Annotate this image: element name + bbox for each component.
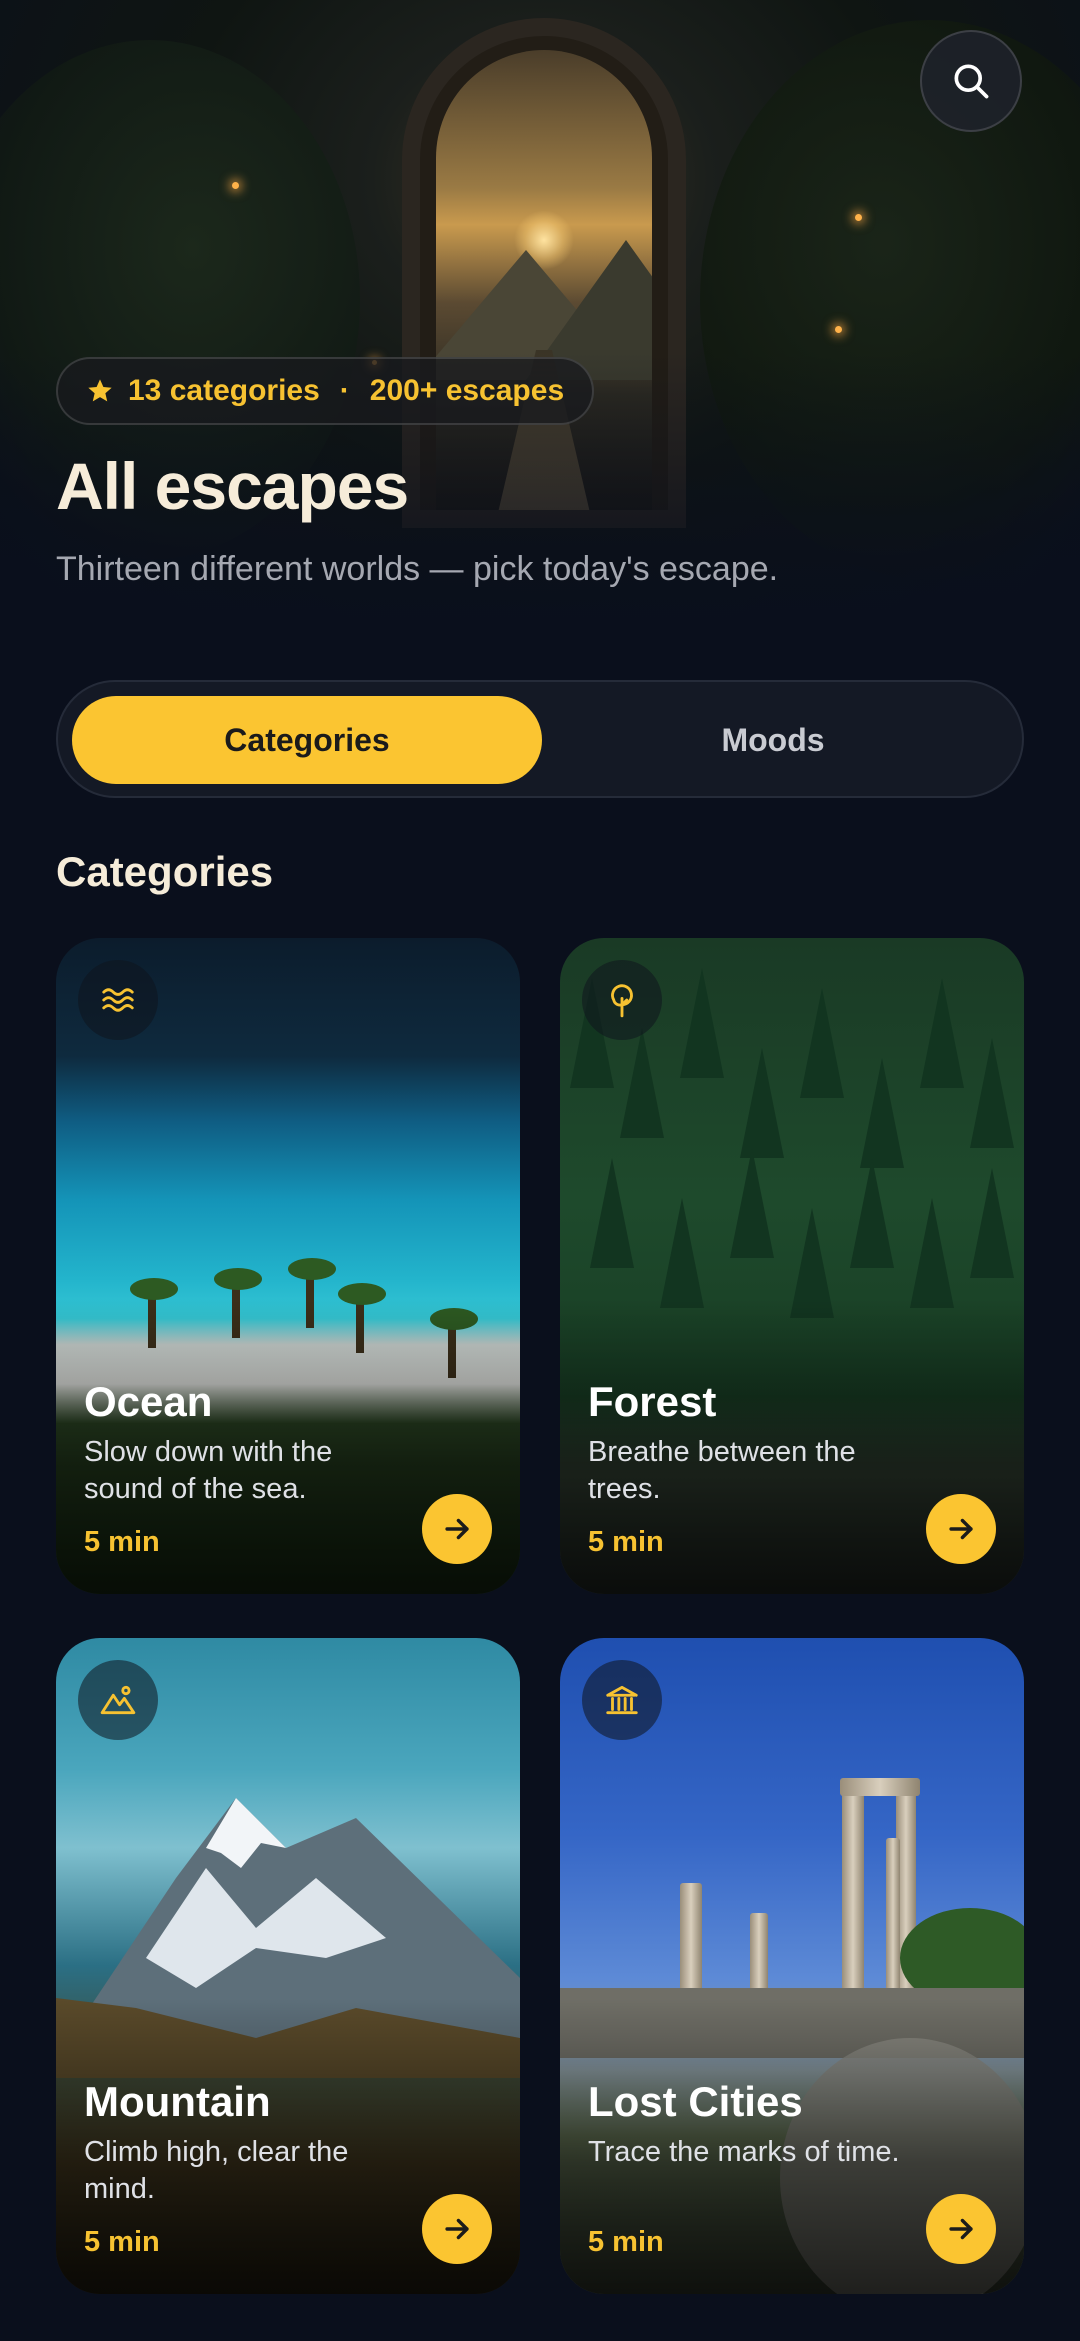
search-icon [954, 64, 989, 99]
card-title: Ocean [84, 1378, 213, 1425]
card-description: Climb high, clear the mind. [84, 2136, 349, 2205]
card-duration: 5 min [588, 1526, 664, 1558]
tree-icon [611, 984, 633, 1018]
card-title: Mountain [84, 2078, 271, 2125]
star-icon [88, 379, 112, 402]
card-duration: 5 min [588, 2226, 664, 2258]
view-toggle: Categories Moods [56, 680, 1024, 798]
open-mountain-button[interactable] [422, 2194, 492, 2264]
card-title: Lost Cities [588, 2078, 803, 2125]
category-card-lost-cities[interactable]: Lost Cities Trace the marks of time. 5 m… [560, 1638, 1024, 2294]
stats-pill: 13 categories · 200+ escapes [56, 357, 595, 425]
category-badge [582, 1660, 662, 1740]
temple-icon [606, 1685, 638, 1715]
arrow-right-icon [949, 1518, 973, 1540]
open-forest-button[interactable] [926, 1494, 996, 1564]
category-card-forest[interactable]: Forest Breathe between the trees. 5 min [560, 938, 1024, 1594]
card-title: Forest [588, 1378, 717, 1425]
arrow-right-icon [445, 1518, 469, 1540]
card-description: Breathe between the trees. [588, 1436, 856, 1505]
mountain-icon [100, 1685, 136, 1715]
page-subtitle: Thirteen different worlds — pick today's… [56, 550, 779, 588]
card-description: Trace the marks of time. [588, 2136, 900, 2168]
stat-separator: · [339, 374, 350, 407]
search-button[interactable] [920, 30, 1022, 132]
category-badge [582, 960, 662, 1040]
tab-categories[interactable]: Categories [72, 696, 542, 784]
waves-icon [102, 988, 134, 1012]
card-duration: 5 min [84, 1526, 160, 1558]
open-ocean-button[interactable] [422, 1494, 492, 1564]
stat-escapes: 200+ escapes [369, 374, 565, 407]
arrow-right-icon [949, 2218, 973, 2240]
stat-categories: 13 categories [128, 374, 320, 407]
hero-banner [0, 0, 1080, 640]
card-description: Slow down with the sound of the sea. [84, 1436, 333, 1505]
page-title: All escapes [56, 449, 409, 523]
section-title: Categories [56, 848, 274, 895]
category-card-mountain[interactable]: Mountain Climb high, clear the mind. 5 m… [56, 1638, 520, 2294]
tab-moods[interactable]: Moods [538, 696, 1008, 784]
card-duration: 5 min [84, 2226, 160, 2258]
category-badge [78, 960, 158, 1040]
open-lost-cities-button[interactable] [926, 2194, 996, 2264]
arrow-right-icon [445, 2218, 469, 2240]
category-badge [78, 1660, 158, 1740]
category-card-ocean[interactable]: Ocean Slow down with the sound of the se… [56, 938, 520, 1594]
